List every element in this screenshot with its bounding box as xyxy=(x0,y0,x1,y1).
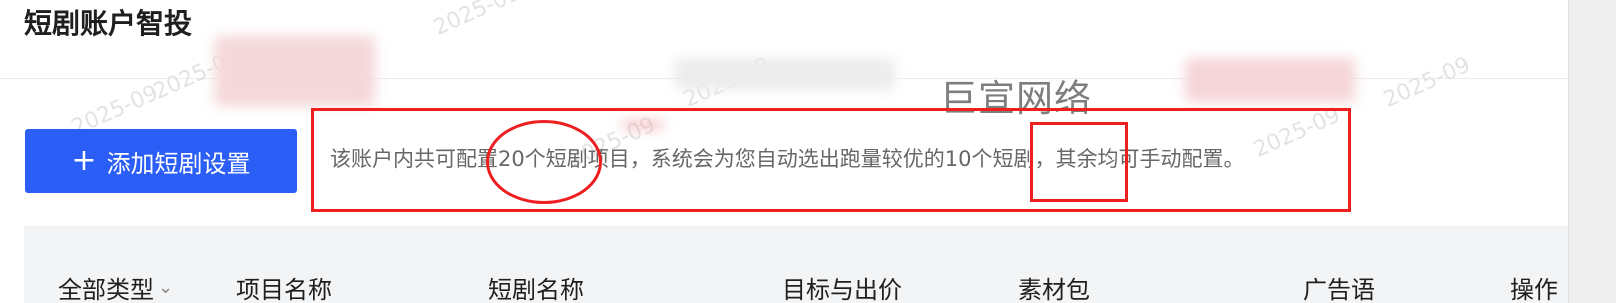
add-drama-setting-button[interactable]: + 添加短剧设置 xyxy=(25,129,297,193)
column-label: 全部类型 xyxy=(58,276,154,303)
blurred-region xyxy=(215,36,375,106)
plus-icon: + xyxy=(71,143,97,178)
column-header-target-bid: 目标与出价 xyxy=(782,276,902,303)
rect-annotation xyxy=(1030,122,1128,202)
blurred-region xyxy=(675,58,895,90)
watermark-pattern: 2025-09 xyxy=(1380,52,1475,113)
window-edge xyxy=(1568,0,1616,303)
column-filter-type[interactable]: 全部类型 ⌄ xyxy=(58,270,173,303)
page-title: 短剧账户智投 xyxy=(24,7,193,40)
circle-annotation xyxy=(486,120,602,204)
column-header-ad-copy: 广告语 xyxy=(1303,276,1375,303)
watermark-pattern: 2025-09 xyxy=(430,0,525,41)
column-header-material-package: 素材包 xyxy=(1018,276,1090,303)
page: 短剧账户智投 2025-09 2025-09 2025-09 2025-09 2… xyxy=(0,0,1616,303)
chevron-down-icon: ⌄ xyxy=(158,277,174,298)
column-header-drama-name: 短剧名称 xyxy=(488,276,584,303)
column-header-actions: 操作 xyxy=(1510,276,1558,303)
column-header-project-name: 项目名称 xyxy=(236,276,332,303)
add-drama-setting-label: 添加短剧设置 xyxy=(106,149,251,178)
blurred-region xyxy=(1185,58,1355,102)
window-edge-line xyxy=(1568,0,1569,303)
